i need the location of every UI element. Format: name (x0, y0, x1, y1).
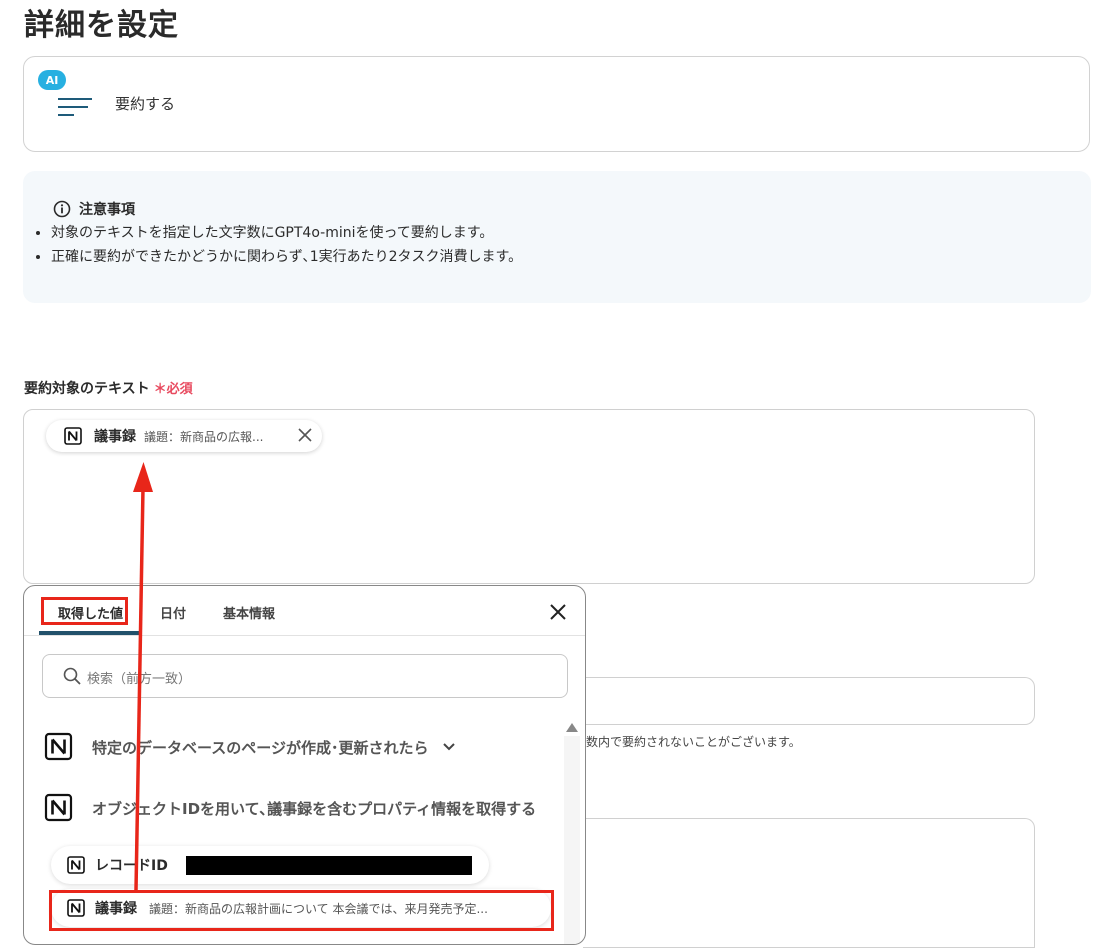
background-hint: 数内で要約されないことがございます。 (586, 735, 801, 749)
tab-acquired-values[interactable]: 取得した値 (58, 603, 123, 622)
active-tab-indicator (39, 631, 140, 635)
close-icon[interactable] (298, 428, 312, 442)
action-card[interactable]: AI 要約する (23, 56, 1090, 152)
value-chip-name: レコードID (95, 858, 168, 874)
chip-name: 議事録 (94, 429, 136, 445)
tab-basic-info[interactable]: 基本情報 (223, 603, 275, 622)
info-icon (53, 200, 71, 218)
notion-icon (67, 856, 85, 874)
notice-list: 対象のテキストを指定した文字数にGPT4o-miniを使って要約します。 正確に… (31, 221, 522, 269)
variable-chip[interactable]: 議事録 議題：新商品の広報... (46, 420, 322, 452)
background-textarea[interactable] (583, 818, 1035, 948)
required-mark: ＊必須 (153, 382, 193, 397)
action-label: 要約する (115, 95, 176, 113)
value-picker-popup: 取得した値 日付 基本情報 検索（前方一致） 特定のデータベースのページが作成･… (23, 585, 586, 945)
notion-icon (64, 427, 82, 445)
value-chip-name: 議事録 (95, 901, 137, 917)
notion-icon (44, 732, 73, 761)
page-title: 詳細を設定 (24, 8, 179, 43)
value-chip-minutes[interactable]: 議事録 議題：新商品の広報計画について 本会議では、来月発売予定... (51, 889, 551, 927)
ai-badge: AI (38, 70, 66, 90)
notion-icon (44, 793, 73, 822)
redacted-value (185, 855, 472, 875)
close-icon[interactable] (549, 603, 567, 621)
field-label-text: 要約対象のテキスト (24, 381, 150, 397)
chevron-down-icon[interactable] (442, 742, 456, 752)
tab-date[interactable]: 日付 (160, 603, 186, 622)
scroll-up-icon[interactable] (565, 721, 579, 733)
search-placeholder: 検索（前方一致） (87, 672, 192, 687)
value-chip-value: 議題：新商品の広報計画について 本会議では、来月発売予定... (149, 901, 488, 916)
search-input[interactable]: 検索（前方一致） (42, 654, 568, 698)
scrollbar[interactable] (564, 736, 580, 944)
background-input[interactable] (583, 677, 1035, 725)
field-label: 要約対象のテキスト ＊必須 (24, 378, 193, 398)
notice-panel: 注意事項 対象のテキストを指定した文字数にGPT4o-miniを使って要約します… (23, 171, 1091, 303)
action-item-label: オブジェクトIDを用いて､議事録を含むプロパティ情報を取得する (92, 799, 537, 818)
notion-icon (67, 899, 85, 917)
notice-title: 注意事項 (79, 202, 135, 218)
value-chip-record-id[interactable]: レコードID (51, 846, 489, 884)
notice-item: 正確に要約ができたかどうかに関わらず､1実行あたり2タスク消費します。 (51, 245, 522, 269)
search-icon (63, 667, 81, 685)
summary-lines-icon (58, 98, 92, 116)
trigger-item[interactable]: 特定のデータベースのページが作成･更新されたら (44, 732, 456, 762)
summary-text-input[interactable]: 議事録 議題：新商品の広報... (23, 409, 1035, 584)
trigger-item-label: 特定のデータベースのページが作成･更新されたら (92, 738, 429, 757)
notice-item: 対象のテキストを指定した文字数にGPT4o-miniを使って要約します。 (51, 221, 522, 245)
tab-bar: 取得した値 日付 基本情報 (24, 586, 585, 636)
action-item[interactable]: オブジェクトIDを用いて､議事録を含むプロパティ情報を取得する (44, 793, 536, 823)
chip-value: 議題：新商品の広報... (144, 429, 264, 444)
